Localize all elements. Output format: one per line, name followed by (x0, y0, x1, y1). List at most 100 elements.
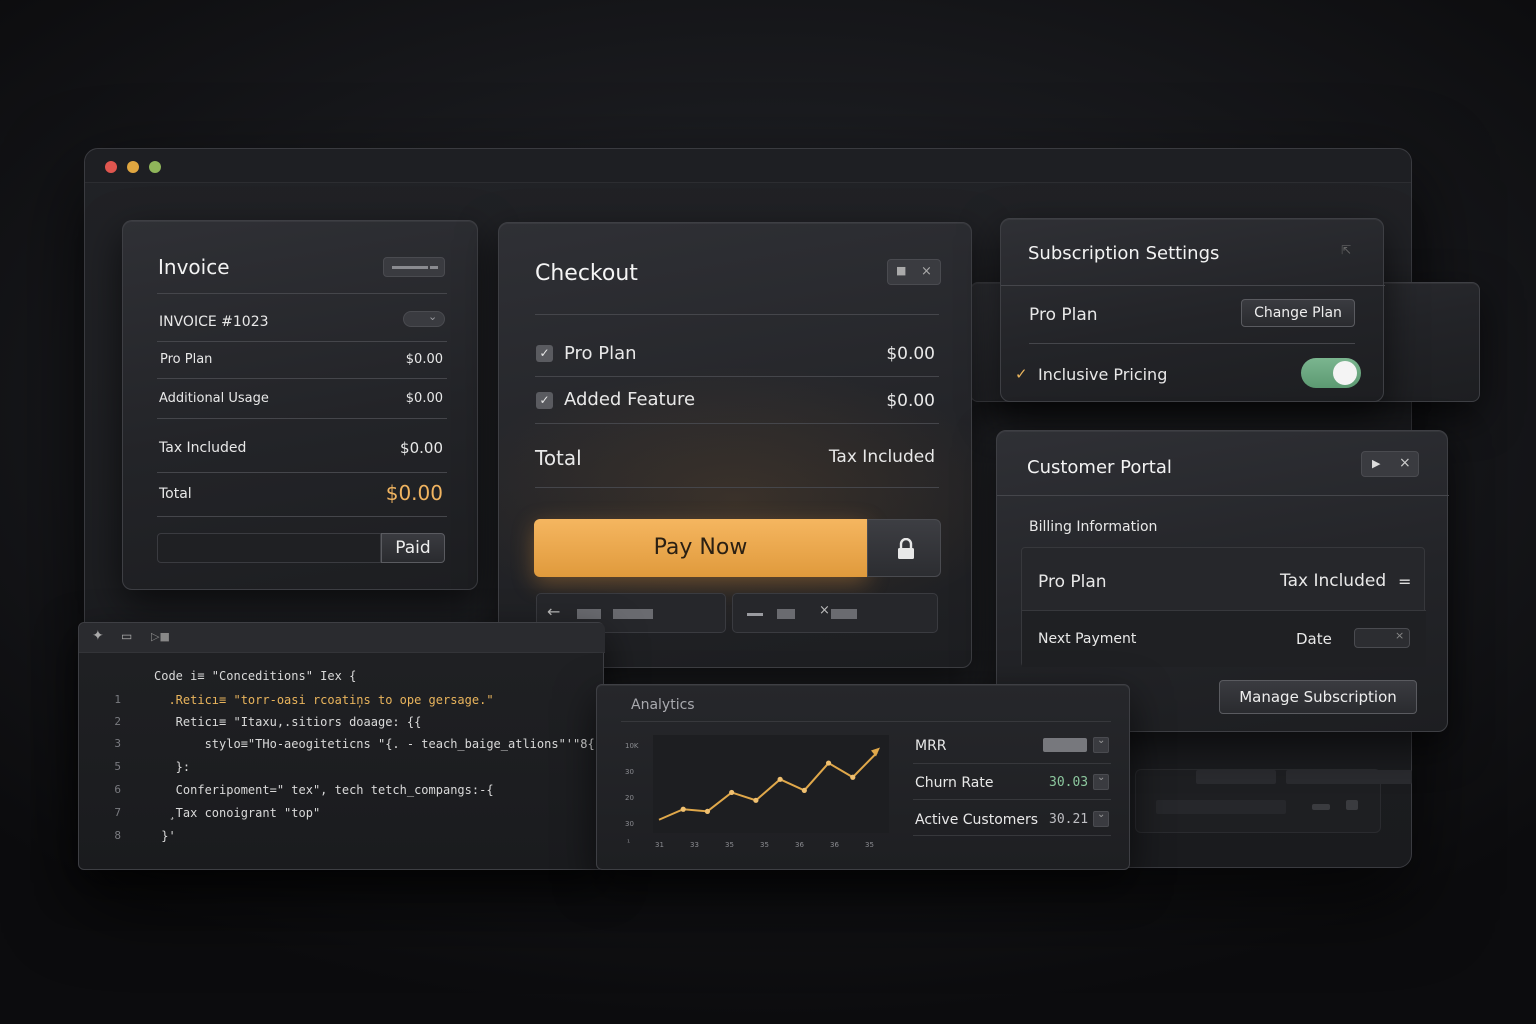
metric-dropdown[interactable]: ⌄ (1093, 809, 1109, 827)
chart-point (753, 797, 759, 803)
metric-value-bar (1043, 738, 1087, 752)
metric-label: Active Customers (915, 812, 1039, 828)
chart-point (704, 808, 711, 814)
play-icon[interactable]: ▶ (1372, 457, 1380, 470)
pro-plan-checkbox[interactable]: ✓ (536, 345, 553, 362)
y-tick-label: 30 (625, 768, 634, 776)
billing-card: Pro Plan Tax Included = Next Payment Dat… (1021, 547, 1426, 667)
lock-icon (898, 538, 914, 559)
next-payment-dropdown[interactable]: × (1354, 628, 1410, 648)
code-area[interactable]: Code i≡ "Conceditions" Iex { 1 .Reticı≡ … (79, 663, 605, 863)
checkout-total-label: Total (535, 446, 582, 470)
inclusive-pricing-label: Inclusive Pricing (1038, 365, 1168, 384)
y-tick-label: 20 (625, 794, 634, 802)
invoice-row-label: Tax Included (159, 440, 247, 456)
checkout-item-label: Pro Plan (564, 343, 637, 364)
invoice-paid-field (157, 533, 381, 563)
next-payment-value: Date (1296, 630, 1332, 648)
metric-dropdown[interactable]: ⌄ (1093, 772, 1109, 790)
added-feature-checkbox[interactable]: ✓ (536, 392, 553, 409)
x-tick-label: 31 (655, 841, 664, 849)
window-titlebar (85, 149, 1411, 183)
invoice-row-label: Pro Plan (160, 352, 213, 367)
payment-options-field[interactable]: × (732, 593, 938, 633)
chevron-down-icon: ⌄ (428, 310, 438, 323)
line-number: 6 (114, 783, 121, 796)
check-icon: ✓ (1015, 365, 1028, 383)
code-editor-toolbar: ✦ ▭ ▷■ (79, 623, 605, 653)
code-line: Reticı≡ "Itaxu,.sitiors doaage: {{ (154, 715, 422, 729)
subscription-plan: Pro Plan (1029, 305, 1098, 325)
x-tick-label: 36 (795, 841, 804, 849)
x-tick-label: 35 (725, 841, 734, 849)
chart-point (729, 789, 735, 796)
paid-button[interactable]: Paid (381, 533, 445, 563)
line-number: 3 (114, 737, 121, 750)
y-tick-label: 10K (625, 742, 639, 750)
y-tick-label: 30 (625, 820, 634, 828)
metric-value: 30.21 (1049, 812, 1089, 827)
portal-window-controls: ▶ × (1361, 451, 1419, 477)
invoice-row-label: Additional Usage (159, 391, 269, 406)
stop-icon[interactable]: ▷■ (151, 630, 170, 643)
metric-value: 30.03 (1049, 775, 1089, 790)
menu-icon[interactable]: = (1398, 572, 1411, 591)
line-number: 2 (114, 715, 121, 728)
close-icon[interactable]: × (1399, 455, 1411, 471)
arrow-left-icon: ← (547, 602, 561, 621)
invoice-menu-button[interactable] (383, 257, 445, 277)
invoice-number-dropdown[interactable]: ⌄ (403, 310, 445, 327)
code-editor-panel: ✦ ▭ ▷■ Code i≡ "Conceditions" Iex { 1 .R… (78, 622, 605, 870)
x-tick-label: 36 (830, 841, 839, 849)
checkout-item-label: Added Feature (564, 389, 696, 410)
inclusive-pricing-toggle[interactable] (1301, 358, 1361, 388)
invoice-total-value: $0.00 (385, 481, 443, 505)
folder-icon[interactable]: ■ (896, 264, 906, 277)
code-line: }' (154, 829, 176, 843)
manage-subscription-button[interactable]: Manage Subscription (1219, 680, 1417, 714)
code-line: Conferipoment=" tex", tech tetch_compang… (154, 783, 494, 797)
close-icon: × (1395, 629, 1405, 642)
chevron-down-icon: ⌄ (1097, 735, 1106, 746)
billing-information-label: Billing Information (1029, 519, 1158, 535)
chart-point (850, 774, 856, 780)
change-plan-button[interactable]: Change Plan (1241, 299, 1355, 327)
portal-plan: Pro Plan (1038, 572, 1107, 592)
code-line: Code i≡ "Conceditions" Iex { (154, 669, 357, 683)
next-payment-label: Next Payment (1038, 631, 1137, 647)
chevron-down-icon: ⌄ (1097, 809, 1106, 820)
close-icon: × (819, 603, 830, 618)
x-tick-label: 35 (760, 841, 769, 849)
chart-point (777, 776, 783, 782)
secure-payment-button[interactable] (867, 519, 941, 577)
x-tick-label: 35 (865, 841, 874, 849)
pay-now-button[interactable]: Pay Now (534, 519, 867, 577)
close-icon[interactable]: × (921, 264, 932, 279)
chart-point (801, 787, 807, 793)
minimize-window-button[interactable] (127, 161, 139, 173)
mrr-line-chart: 10K 30 20 30 ¹ 31 33 35 35 36 36 35 (625, 735, 889, 849)
subscription-title: Subscription Settings (1028, 243, 1220, 264)
analytics-panel: Analytics 10K 30 20 30 ¹ 31 33 35 35 36 36 35 MRR ⌄… (596, 684, 1130, 870)
invoice-row-value: $0.00 (405, 391, 443, 406)
maximize-window-button[interactable] (149, 161, 161, 173)
line-number: 1 (114, 693, 121, 706)
line-number: 7 (114, 806, 121, 819)
invoice-panel: Invoice INVOICE #1023 ⌄ Pro Plan $0.00 A… (122, 220, 478, 590)
close-window-button[interactable] (105, 161, 117, 173)
line-number: 5 (114, 760, 121, 773)
checkout-total-value: Tax Included (828, 447, 935, 467)
metric-label: MRR (915, 738, 947, 754)
back-icon[interactable]: ✦ (92, 628, 104, 644)
window-icon[interactable]: ▭ (121, 629, 132, 643)
metric-dropdown[interactable]: ⌄ (1093, 735, 1109, 753)
chevron-down-icon: ⌄ (1097, 772, 1106, 783)
checkout-item-value: $0.00 (886, 344, 935, 364)
subscription-settings-panel: Subscription Settings ⇱ Pro Plan Change … (1000, 218, 1385, 402)
code-line: }: (154, 760, 191, 774)
code-line: ¸Tax conoigrant "top" (154, 806, 321, 820)
checkout-panel: Checkout ■ × ✓ Pro Plan $0.00 ✓ Added Fe… (498, 222, 973, 669)
code-line: stylo≡"THo-aeogiteticns "{. - teach_baig… (154, 737, 595, 751)
expand-icon[interactable]: ⇱ (1341, 243, 1351, 257)
portal-title: Customer Portal (1027, 457, 1172, 478)
